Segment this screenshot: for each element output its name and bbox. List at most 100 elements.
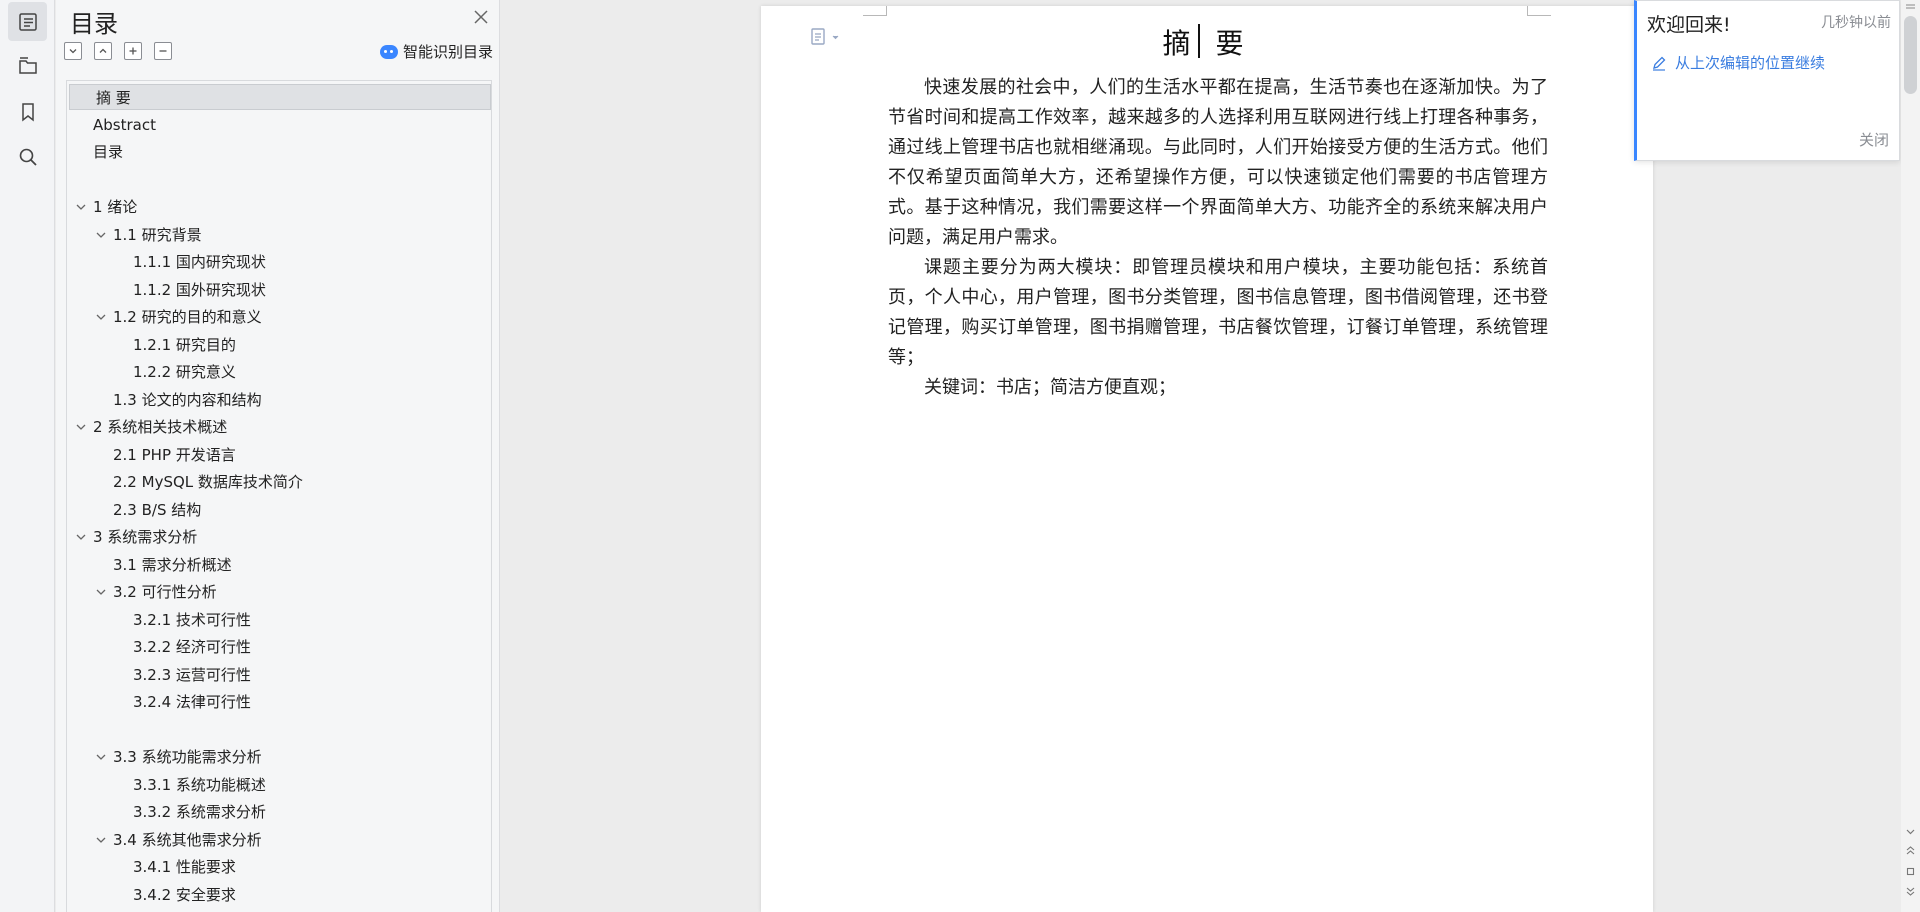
toc-item[interactable]: 1.3 论文的内容和结构	[67, 387, 491, 413]
toc-item	[67, 167, 491, 193]
toc-item[interactable]: 3.4.1 性能要求	[67, 854, 491, 880]
toc-item[interactable]: 3.4 系统其他需求分析	[67, 827, 491, 853]
toc-item-label: 3.3.1 系统功能概述	[133, 775, 266, 794]
toc-item-label: 1.1.1 国内研究现状	[133, 253, 266, 271]
next-page-icon[interactable]	[1905, 886, 1916, 897]
bookmark-icon	[21, 102, 34, 122]
toc-item[interactable]: 1.1.2 国外研究现状	[67, 277, 491, 303]
add-heading-button[interactable]	[124, 42, 142, 60]
toc-item-label: Abstract	[93, 115, 156, 134]
toc-item[interactable]: 1.2.1 研究目的	[67, 332, 491, 358]
smart-recognize-label: 智能识别目录	[402, 43, 493, 61]
toc-item[interactable]: 3.4.2 安全要求	[67, 882, 491, 908]
toc-item-label: 目录	[93, 143, 124, 161]
toc-item[interactable]: 3.3.1 系统功能概述	[67, 772, 491, 798]
toc-item[interactable]: 1.1 研究背景	[67, 222, 491, 248]
document-title: 摘 要	[1162, 27, 1252, 60]
toc-item[interactable]: Abstract	[67, 112, 491, 138]
toc-item-label: 3.2 可行性分析	[113, 583, 217, 601]
toc-item[interactable]: 1.1.1 国内研究现状	[67, 249, 491, 275]
chevron-down-icon[interactable]	[75, 422, 87, 432]
toc-item[interactable]: 摘 要	[69, 84, 491, 110]
toc-item[interactable]: 3.1 需求分析概述	[67, 552, 491, 578]
resume-editing-link[interactable]: 从上次编辑的位置继续	[1651, 52, 1825, 73]
chevron-down-icon	[69, 49, 77, 54]
toc-item-label: 3.4.1 性能要求	[133, 858, 236, 876]
resume-editing-label: 从上次编辑的位置继续	[1675, 54, 1826, 72]
toc-item[interactable]: 2.1 PHP 开发语言	[67, 442, 491, 468]
welcome-back-popup: 欢迎回来! 几秒钟以前 从上次编辑的位置继续 关闭	[1634, 0, 1900, 161]
toc-item[interactable]: 目录	[67, 139, 491, 165]
ai-robot-icon	[379, 44, 398, 59]
toc-item-label: 摘 要	[96, 89, 131, 107]
toc-rail-button[interactable]	[8, 2, 47, 41]
chevron-down-icon[interactable]	[95, 835, 107, 845]
toc-panel: 目录 智能识别目录 摘 要 Abstract 目录 1 绪论 1.1 研究背景 1.1.1…	[56, 0, 500, 912]
chevron-down-icon[interactable]	[95, 230, 107, 240]
toc-item-label: 2 系统相关技术概述	[93, 418, 228, 436]
expand-all-button[interactable]	[64, 42, 82, 60]
popup-title: 欢迎回来!	[1647, 14, 1731, 36]
scroll-options-icon[interactable]	[1905, 2, 1916, 13]
toc-item[interactable]: 2 系统相关技术概述	[67, 414, 491, 440]
remove-heading-button[interactable]	[154, 42, 172, 60]
smart-recognize-toc-button[interactable]: 智能识别目录	[379, 41, 493, 62]
left-icon-rail	[0, 0, 55, 912]
toc-item[interactable]: 3.3 系统功能需求分析	[67, 744, 491, 770]
toc-item-label: 2.2 MySQL 数据库技术简介	[113, 473, 303, 491]
document-page[interactable]: 摘 要 快速发展的社会中，人们的生活水平都在提高，生活节奏也在逐渐加快。为了节省…	[761, 6, 1653, 912]
toc-toolbar	[64, 42, 172, 60]
toc-item[interactable]: 3 系统需求分析	[67, 524, 491, 550]
chevron-down-icon[interactable]	[95, 312, 107, 322]
chevron-down-icon[interactable]	[95, 752, 107, 762]
page-select-icon[interactable]	[1905, 866, 1916, 877]
toc-item-label: 2.1 PHP 开发语言	[113, 445, 236, 464]
page-margin-corner	[1527, 6, 1551, 16]
popup-close-button[interactable]: 关闭	[1859, 129, 1889, 150]
toc-list-icon	[18, 12, 37, 31]
toc-list: 摘 要 Abstract 目录 1 绪论 1.1 研究背景 1.1.1 国内研究现状 1.1…	[66, 80, 492, 912]
vertical-scrollbar[interactable]	[1901, 0, 1920, 912]
toc-item-label: 3.3 系统功能需求分析	[113, 748, 262, 766]
toc-item[interactable]: 1.2 研究的目的和意义	[67, 304, 491, 330]
navigation-rail-button[interactable]	[8, 46, 47, 85]
minus-icon	[159, 50, 167, 52]
toc-item[interactable]: 3.2.3 运营可行性	[67, 662, 491, 688]
toc-item[interactable]: 3.2.1 技术可行性	[67, 607, 491, 633]
document-body[interactable]: 快速发展的社会中，人们的生活水平都在提高，生活节奏也在逐渐加快。为了节省时间和提…	[888, 72, 1548, 402]
chevron-down-icon[interactable]	[95, 587, 107, 597]
toc-item[interactable]: 1.2.2 研究意义	[67, 359, 491, 385]
document-paragraph: 课题主要分为两大模块：即管理员模块和用户模块，主要功能包括：系统首页，个人中心，…	[888, 257, 1548, 367]
toc-item[interactable]: 3.2.4 法律可行性	[67, 689, 491, 715]
toc-item-label: 1.3 论文的内容和结构	[113, 390, 262, 409]
collapse-all-button[interactable]	[94, 42, 112, 60]
toc-item	[67, 717, 491, 743]
previous-page-icon[interactable]	[1905, 845, 1916, 856]
toc-item[interactable]: 3.2 可行性分析	[67, 579, 491, 605]
chevron-down-icon[interactable]	[75, 532, 87, 542]
toc-item-label: 3.2.2 经济可行性	[133, 638, 251, 656]
toc-item[interactable]: 3.2.2 经济可行性	[67, 634, 491, 660]
chevron-down-icon[interactable]	[75, 202, 87, 212]
page-margin-corner	[863, 6, 887, 16]
close-icon[interactable]	[472, 8, 490, 26]
bookmark-rail-button[interactable]	[8, 92, 47, 131]
toc-item-label: 2.3 B/S 结构	[113, 500, 202, 519]
toc-item-label: 3 系统需求分析	[93, 528, 198, 546]
scroll-down-arrow-icon[interactable]	[1905, 826, 1916, 837]
toc-item-label: 3.2.1 技术可行性	[133, 610, 251, 629]
search-rail-button[interactable]	[8, 137, 47, 176]
toc-item[interactable]: 1 绪论	[67, 194, 491, 220]
toc-item[interactable]: 3.3.2 系统需求分析	[67, 799, 491, 825]
toc-item-label: 3.1 需求分析概述	[113, 555, 232, 574]
toc-item[interactable]: 2.3 B/S 结构	[67, 497, 491, 523]
scrollbar-thumb[interactable]	[1904, 16, 1917, 94]
toc-item-label: 3.2.4 法律可行性	[133, 693, 251, 711]
toc-item[interactable]: 2.2 MySQL 数据库技术简介	[67, 469, 491, 495]
document-paragraph: 快速发展的社会中，人们的生活水平都在提高，生活节奏也在逐渐加快。为了节省时间和提…	[888, 77, 1548, 247]
toc-panel-title: 目录	[70, 10, 118, 38]
toc-item-label: 1.2 研究的目的和意义	[113, 308, 262, 326]
popup-timestamp: 几秒钟以前	[1821, 15, 1891, 31]
pencil-icon	[1653, 56, 1666, 71]
toc-item-label: 1 绪论	[93, 198, 138, 216]
